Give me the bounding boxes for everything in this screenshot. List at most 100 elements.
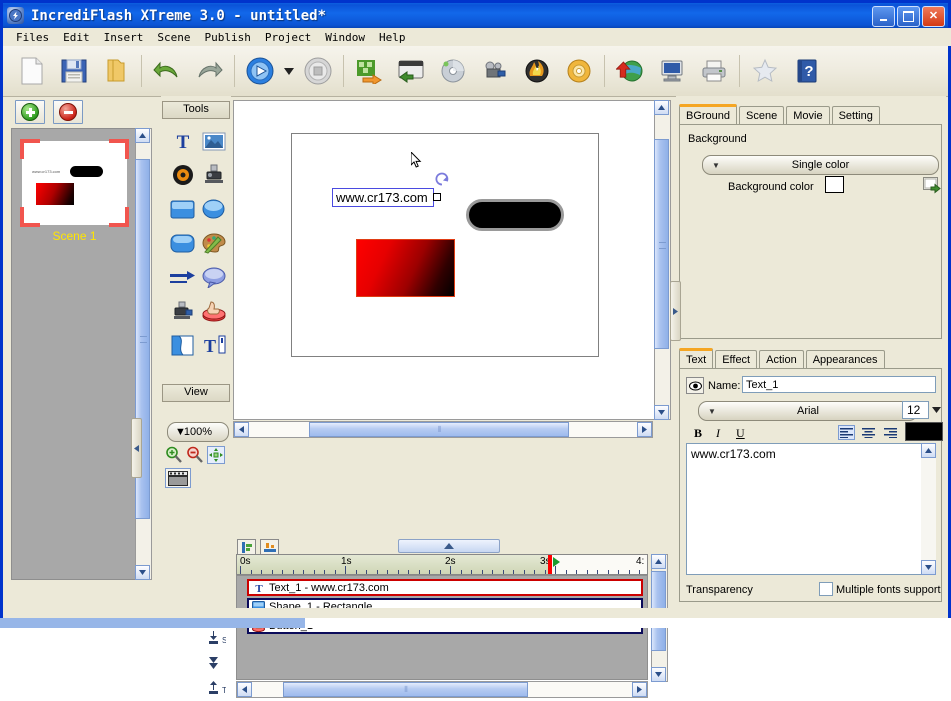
background-color-swatch[interactable] xyxy=(825,176,844,193)
open-file-button[interactable] xyxy=(96,51,136,91)
layer-text-1[interactable]: T Text_1 - www.cr173.com xyxy=(247,579,643,596)
maximize-button[interactable] xyxy=(897,6,920,27)
background-import-button[interactable] xyxy=(923,177,942,194)
menu-publish[interactable]: Publish xyxy=(198,30,258,45)
textarea-scroll-down-button[interactable] xyxy=(921,560,936,575)
align-right-button[interactable] xyxy=(882,425,899,440)
tool-camera[interactable] xyxy=(167,294,198,328)
tool-paint[interactable] xyxy=(198,226,229,260)
export-flash-button[interactable] xyxy=(349,51,389,91)
timeline-drag-handle[interactable] xyxy=(398,539,500,553)
textarea-scroll-up-button[interactable] xyxy=(921,443,936,458)
align-center-button[interactable] xyxy=(860,425,877,440)
text-content-textarea[interactable]: www.cr173.com xyxy=(686,443,936,575)
timeline-scroll-right-button[interactable] xyxy=(632,682,647,697)
tab-text[interactable]: Text xyxy=(679,348,713,368)
undo-button[interactable] xyxy=(147,51,187,91)
font-family-dropdown[interactable]: ▼ Arial xyxy=(698,401,918,421)
canvas-scroll-right-button[interactable] xyxy=(637,422,652,437)
menu-scene[interactable]: Scene xyxy=(150,30,197,45)
background-mode-dropdown[interactable]: ▼ Single color xyxy=(702,155,939,175)
align-left-button[interactable] xyxy=(838,425,855,440)
scene-scroll-up-button[interactable] xyxy=(135,128,150,143)
preview-button[interactable] xyxy=(240,51,280,91)
scene-list[interactable]: www.cr173.com Scene 1 xyxy=(11,128,141,580)
visibility-eye-button[interactable] xyxy=(686,377,704,394)
underline-button[interactable]: U xyxy=(736,426,745,441)
canvas-scroll-left-button[interactable] xyxy=(234,422,249,437)
scene-thumbnail[interactable]: www.cr173.com xyxy=(22,141,127,225)
redo-button[interactable] xyxy=(189,51,229,91)
canvas-hscroll-thumb[interactable]: ⦀ xyxy=(309,422,569,437)
menu-window[interactable]: Window xyxy=(318,30,372,45)
tab-action[interactable]: Action xyxy=(759,350,804,368)
tab-movie[interactable]: Movie xyxy=(786,106,829,124)
canvas-scroll-down-button[interactable] xyxy=(654,405,669,420)
tool-roundrect[interactable] xyxy=(167,226,198,260)
tool-text[interactable]: T xyxy=(167,124,198,158)
print-button[interactable] xyxy=(694,51,734,91)
timeline-ruler[interactable]: 0s 1s 2s 3s 4: xyxy=(236,554,648,575)
canvas-rectangle-shape[interactable] xyxy=(356,239,455,297)
text-color-swatch[interactable] xyxy=(905,422,943,441)
right-panel-splitter[interactable] xyxy=(670,281,681,341)
menu-files[interactable]: Files xyxy=(9,30,56,45)
tool-rectangle[interactable] xyxy=(167,192,198,226)
tool-image[interactable] xyxy=(198,124,229,158)
tool-video[interactable] xyxy=(198,158,229,192)
timeline-scroll-down-button[interactable] xyxy=(651,667,666,682)
menu-edit[interactable]: Edit xyxy=(56,30,97,45)
tool-inputtext[interactable]: T xyxy=(198,328,229,362)
tab-appearances[interactable]: Appearances xyxy=(806,350,885,368)
export-disc-button[interactable] xyxy=(433,51,473,91)
minimize-button[interactable] xyxy=(872,6,895,27)
bold-button[interactable]: B xyxy=(694,426,702,441)
playhead-marker-icon[interactable] xyxy=(553,557,560,567)
canvas-hscrollbar[interactable]: ⦀ xyxy=(233,421,653,438)
menu-project[interactable]: Project xyxy=(258,30,318,45)
tab-bground[interactable]: BGround xyxy=(679,104,737,124)
upload-button[interactable] xyxy=(610,51,650,91)
save-file-button[interactable] xyxy=(54,51,94,91)
move-to-top-button[interactable]: T xyxy=(208,681,226,698)
move-down-button[interactable] xyxy=(208,656,226,673)
new-file-button[interactable] xyxy=(12,51,52,91)
export-video-button[interactable] xyxy=(475,51,515,91)
canvas-vscrollbar[interactable] xyxy=(654,100,671,420)
canvas-text-object[interactable]: www.cr173.com xyxy=(332,188,434,207)
tab-scene[interactable]: Scene xyxy=(739,106,784,124)
canvas-scroll-thumb[interactable] xyxy=(654,139,669,349)
timeline-playhead[interactable] xyxy=(548,555,552,574)
zoom-in-button[interactable] xyxy=(165,446,183,467)
text-name-field[interactable]: Text_1 xyxy=(742,376,936,393)
menu-help[interactable]: Help xyxy=(372,30,413,45)
timeline-hscrollbar[interactable]: ⦀ xyxy=(236,681,648,698)
italic-button[interactable]: I xyxy=(716,426,720,441)
add-scene-button[interactable] xyxy=(15,100,45,124)
menu-insert[interactable]: Insert xyxy=(97,30,151,45)
fit-to-window-button[interactable] xyxy=(207,446,225,464)
tab-effect[interactable]: Effect xyxy=(715,350,757,368)
rotate-handle-icon[interactable] xyxy=(434,172,450,189)
multiple-fonts-checkbox[interactable] xyxy=(819,582,833,596)
zoom-level-dropdown[interactable]: ▼ 100% xyxy=(167,422,229,442)
cd-button[interactable] xyxy=(559,51,599,91)
tab-setting[interactable]: Setting xyxy=(832,106,880,124)
tool-mask[interactable] xyxy=(167,328,198,362)
tool-ellipse[interactable] xyxy=(198,192,229,226)
textarea-scrollbar[interactable] xyxy=(921,443,936,575)
preview-mode-button[interactable] xyxy=(165,468,191,488)
text-resize-handle[interactable] xyxy=(433,193,441,201)
preview-dropdown[interactable] xyxy=(282,51,296,91)
font-size-dropdown[interactable] xyxy=(930,402,942,418)
zoom-out-button[interactable] xyxy=(186,446,204,467)
scene-list-scrollbar[interactable] xyxy=(135,128,152,580)
remove-scene-button[interactable] xyxy=(53,100,83,124)
timeline-hscroll-thumb[interactable]: ⦀ xyxy=(283,682,528,697)
move-to-start-button[interactable]: S xyxy=(208,631,226,648)
timeline-scroll-left-button[interactable] xyxy=(237,682,252,697)
favorites-button[interactable] xyxy=(745,51,785,91)
tools-panel-splitter[interactable] xyxy=(131,418,142,478)
font-size-field[interactable]: 12 xyxy=(902,401,929,419)
stop-button[interactable] xyxy=(298,51,338,91)
